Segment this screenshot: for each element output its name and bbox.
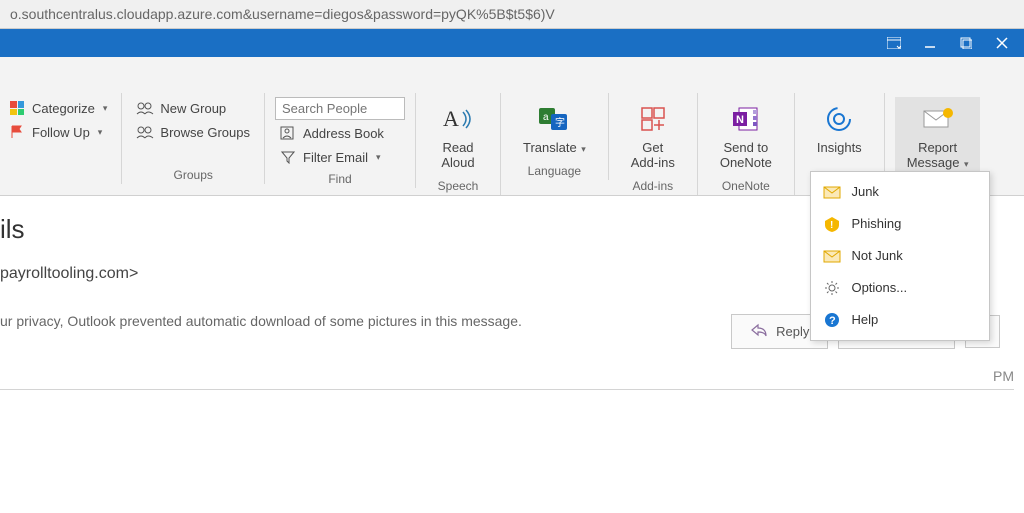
chevron-down-icon: ▾: [376, 152, 381, 163]
find-group-label: Find: [275, 168, 405, 186]
svg-text:?: ?: [829, 315, 836, 327]
filter-email-label: Filter Email: [303, 150, 368, 165]
categorize-icon: [8, 100, 26, 116]
message-timestamp: PM: [993, 368, 1014, 384]
onenote-group: N Send to OneNote OneNote: [698, 93, 795, 195]
send-to-onenote-label: Send to OneNote: [720, 141, 772, 171]
report-message-group: Report Message ▾ Junk ! Phishing Not Jun…: [885, 93, 991, 195]
options-label: Options...: [851, 280, 907, 295]
get-addins-button[interactable]: Get Add-ins: [619, 97, 687, 175]
close-button[interactable]: [984, 29, 1020, 57]
not-junk-label: Not Junk: [851, 248, 902, 263]
svg-text:N: N: [736, 114, 744, 126]
help-icon: ?: [823, 311, 841, 329]
maximize-button[interactable]: [948, 29, 984, 57]
phishing-label: Phishing: [851, 216, 901, 231]
language-group-label: Language: [511, 160, 598, 178]
report-message-icon: [918, 101, 958, 137]
flag-icon: [8, 124, 26, 140]
report-message-label: Report Message ▾: [907, 141, 969, 171]
address-book-button[interactable]: Address Book: [275, 122, 405, 144]
onenote-icon: N: [726, 101, 766, 137]
insights-group: Insights: [795, 93, 885, 180]
svg-text:!: !: [830, 220, 833, 231]
groups-group: New Group Browse Groups Groups: [122, 93, 265, 184]
read-aloud-button[interactable]: A Read Aloud: [426, 97, 490, 175]
browse-groups-label: Browse Groups: [160, 125, 250, 140]
divider: [0, 389, 1014, 390]
svg-text:字: 字: [555, 116, 565, 129]
phishing-icon: !: [823, 215, 841, 233]
report-message-dropdown: Junk ! Phishing Not Junk Options...: [810, 171, 990, 341]
insights-label: Insights: [817, 141, 862, 156]
get-addins-label: Get Add-ins: [631, 141, 675, 171]
address-book-label: Address Book: [303, 126, 384, 141]
address-book-icon: [279, 125, 297, 141]
browse-groups-icon: [136, 124, 154, 140]
tags-group: Categorize▾ Follow Up▾: [0, 93, 122, 184]
read-aloud-label: Read Aloud: [441, 141, 474, 171]
filter-icon: [279, 149, 297, 165]
report-phishing-item[interactable]: ! Phishing: [811, 208, 989, 240]
groups-group-label: Groups: [132, 164, 254, 182]
new-group-icon: [136, 100, 154, 116]
report-not-junk-item[interactable]: Not Junk: [811, 240, 989, 272]
language-group: a字 Translate ▾ Language: [501, 93, 609, 180]
reply-icon: [750, 323, 768, 340]
addins-icon: [633, 101, 673, 137]
reply-label: Reply: [776, 324, 809, 339]
gear-icon: [823, 279, 841, 297]
addins-group-label: Add-ins: [619, 175, 687, 193]
minimize-button[interactable]: [912, 29, 948, 57]
addins-group: Get Add-ins Add-ins: [609, 93, 698, 195]
send-to-onenote-button[interactable]: N Send to OneNote: [708, 97, 784, 175]
translate-button[interactable]: a字 Translate ▾: [511, 97, 598, 160]
svg-text:a: a: [543, 112, 549, 123]
browse-groups-button[interactable]: Browse Groups: [132, 121, 254, 143]
followup-label: Follow Up: [32, 125, 90, 140]
translate-icon: a字: [534, 101, 574, 137]
search-people-input[interactable]: [275, 97, 405, 120]
report-message-button[interactable]: Report Message ▾ Junk ! Phishing Not Jun…: [895, 97, 981, 175]
junk-label: Junk: [851, 184, 878, 199]
new-group-label: New Group: [160, 101, 226, 116]
chevron-down-icon: ▾: [103, 103, 108, 114]
translate-label: Translate ▾: [523, 141, 586, 156]
new-group-button[interactable]: New Group: [132, 97, 254, 119]
help-label: Help: [851, 312, 878, 327]
report-junk-item[interactable]: Junk: [811, 176, 989, 208]
browser-url-bar[interactable]: o.southcentralus.cloudapp.azure.com&user…: [0, 0, 1024, 29]
chevron-down-icon: ▾: [579, 144, 586, 154]
junk-icon: [823, 183, 841, 201]
followup-button[interactable]: Follow Up ▾: [4, 121, 111, 143]
not-junk-icon: [823, 247, 841, 265]
ribbon-container: Categorize▾ Follow Up▾ New Group Browse …: [0, 57, 1024, 196]
report-options-item[interactable]: Options...: [811, 272, 989, 304]
speech-group: A Read Aloud Speech: [416, 93, 501, 195]
insights-button[interactable]: Insights: [805, 97, 874, 160]
chevron-down-icon: ▾: [961, 159, 968, 169]
ribbon-display-options-icon[interactable]: [876, 29, 912, 57]
tags-group-label: [4, 164, 111, 182]
svg-text:A: A: [443, 106, 459, 131]
categorize-label: Categorize: [32, 101, 95, 116]
chevron-down-icon: ▾: [98, 127, 103, 138]
window-titlebar: [0, 29, 1024, 57]
insights-icon: [819, 101, 859, 137]
onenote-group-label: OneNote: [708, 175, 784, 193]
filter-email-button[interactable]: Filter Email ▾: [275, 146, 405, 168]
categorize-button[interactable]: Categorize ▾: [4, 97, 111, 119]
read-aloud-icon: A: [438, 101, 478, 137]
speech-group-label: Speech: [426, 175, 490, 193]
find-group: Address Book Filter Email ▾ Find: [265, 93, 416, 188]
report-help-item[interactable]: ? Help: [811, 304, 989, 336]
